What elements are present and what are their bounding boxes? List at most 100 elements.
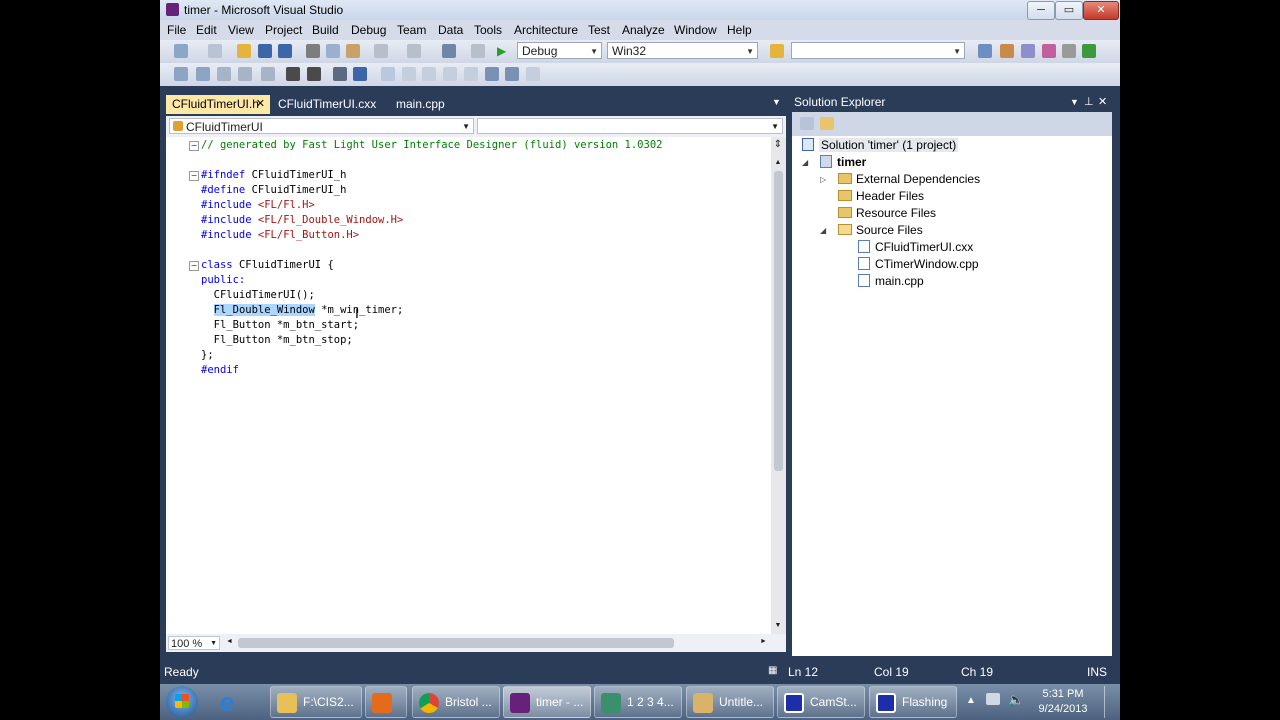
start-debugging-icon[interactable]: ▶ (497, 44, 511, 58)
panel-dropdown-icon[interactable]: ▼ (1070, 93, 1079, 112)
add-item-icon[interactable] (208, 44, 222, 58)
paste-icon[interactable] (346, 44, 360, 58)
close-button[interactable]: ✕ (1083, 1, 1119, 20)
tab-cfluidtimerui-cxx[interactable]: CFluidTimerUI.cxx (272, 95, 382, 114)
uncomment-selection-icon[interactable] (353, 67, 367, 81)
expanded-arrow-icon[interactable]: ◢ (802, 158, 808, 167)
display-object-member-list-icon[interactable] (174, 67, 188, 81)
solution-configuration-select[interactable]: Debug ▼ (517, 42, 602, 59)
quick-info-icon[interactable] (217, 67, 231, 81)
project-node[interactable]: timer (820, 154, 866, 170)
menu-tools[interactable]: Tools (474, 23, 502, 37)
task-chrome[interactable]: Bristol ... (412, 686, 500, 718)
indent-icon[interactable] (307, 67, 321, 81)
scroll-right-icon[interactable]: ► (760, 638, 767, 645)
extension-manager-icon[interactable] (1062, 44, 1076, 58)
menu-data[interactable]: Data (438, 23, 463, 37)
properties-icon[interactable] (1000, 44, 1014, 58)
navigate-forward-icon[interactable] (471, 44, 485, 58)
folder-external-dependencies[interactable]: External Dependencies (838, 171, 980, 187)
find-in-files-icon[interactable] (770, 44, 784, 58)
minimize-button[interactable]: ─ (1027, 1, 1055, 20)
pin-icon[interactable]: ⊥ (1084, 93, 1094, 112)
scroll-up-icon[interactable]: ▲ (773, 159, 783, 167)
tab-cfluidtimerui-h[interactable]: CFluidTimerUI.h ✕ (166, 95, 270, 114)
menu-edit[interactable]: Edit (196, 23, 217, 37)
folder-header-files[interactable]: Header Files (838, 188, 924, 204)
volume-icon[interactable]: 🔈 (1008, 692, 1024, 708)
scrollbar-thumb[interactable] (774, 171, 783, 471)
save-icon[interactable] (258, 44, 272, 58)
open-file-icon[interactable] (237, 44, 251, 58)
menu-build[interactable]: Build (312, 23, 339, 37)
next-bookmark-document-icon[interactable] (505, 67, 519, 81)
menu-analyze[interactable]: Analyze (622, 23, 665, 37)
previous-bookmark-icon[interactable] (402, 67, 416, 81)
menu-view[interactable]: View (228, 23, 254, 37)
previous-bookmark-folder-icon[interactable] (443, 67, 457, 81)
properties-icon[interactable] (800, 117, 814, 130)
parameter-info-icon[interactable] (196, 67, 210, 81)
solution-node[interactable]: Solution 'timer' (1 project) (802, 137, 959, 153)
navigate-backward-icon[interactable] (442, 44, 456, 58)
menu-window[interactable]: Window (674, 23, 717, 37)
save-all-icon[interactable] (278, 44, 292, 58)
collapsed-arrow-icon[interactable]: ▷ (820, 175, 826, 184)
show-hidden-icons-icon[interactable]: ▲ (966, 695, 976, 706)
toggle-bookmark-icon[interactable] (381, 67, 395, 81)
tab-main-cpp[interactable]: main.cpp (390, 95, 460, 114)
scope-dropdown[interactable]: CFluidTimerUI ▼ (169, 118, 474, 134)
task-numbers[interactable]: 1 2 3 4... (594, 686, 682, 718)
maximize-button[interactable]: ▭ (1055, 1, 1083, 20)
network-icon[interactable] (986, 693, 1000, 705)
decrease-indent-icon[interactable] (261, 67, 275, 81)
menu-help[interactable]: Help (727, 23, 752, 37)
horizontal-scroll-thumb[interactable] (238, 638, 674, 648)
copy-icon[interactable] (326, 44, 340, 58)
outline-collapse-icon[interactable]: − (189, 171, 199, 181)
redo-icon[interactable] (407, 44, 421, 58)
solution-explorer-icon[interactable] (978, 44, 992, 58)
task-camstudio[interactable]: CamSt... (777, 686, 865, 718)
start-button[interactable] (166, 686, 198, 718)
tab-dropdown-icon[interactable]: ▼ (772, 97, 781, 107)
next-bookmark-folder-icon[interactable] (464, 67, 478, 81)
outdent-icon[interactable] (286, 67, 300, 81)
system-clock[interactable]: 5:31 PM 9/24/2013 (1030, 687, 1096, 717)
tab-close-icon[interactable]: ✕ (256, 95, 265, 114)
undo-icon[interactable] (374, 44, 388, 58)
new-project-icon[interactable] (174, 44, 188, 58)
menu-project[interactable]: Project (265, 23, 302, 37)
task-paint[interactable]: Untitle... (686, 686, 774, 718)
task-explorer[interactable]: F:\CIS2... (270, 686, 362, 718)
menu-architecture[interactable]: Architecture (514, 23, 578, 37)
task-flashing[interactable]: Flashing (869, 686, 957, 718)
menu-team[interactable]: Team (397, 23, 426, 37)
clear-bookmarks-icon[interactable] (526, 67, 540, 81)
menu-debug[interactable]: Debug (351, 23, 386, 37)
task-media-player[interactable] (365, 686, 407, 718)
folder-resource-files[interactable]: Resource Files (838, 205, 936, 221)
show-desktop-button[interactable] (1104, 686, 1119, 718)
menu-file[interactable]: File (167, 23, 186, 37)
outline-collapse-icon[interactable]: − (189, 141, 199, 151)
internet-explorer-icon[interactable]: e (220, 688, 256, 716)
find-combo[interactable]: ▼ (791, 42, 965, 59)
panel-close-icon[interactable]: ✕ (1098, 93, 1107, 112)
file-cfluidtimerui-cxx[interactable]: CFluidTimerUI.cxx (858, 239, 973, 255)
show-all-files-icon[interactable] (820, 117, 834, 130)
cut-icon[interactable] (306, 44, 320, 58)
object-browser-icon[interactable] (1021, 44, 1035, 58)
next-bookmark-icon[interactable] (422, 67, 436, 81)
zoom-select[interactable]: 100 % ▼ (168, 636, 220, 650)
outline-collapse-icon[interactable]: − (189, 261, 199, 271)
scroll-down-icon[interactable]: ▼ (773, 622, 783, 630)
task-visual-studio[interactable]: timer - ... (503, 686, 591, 718)
vertical-scrollbar[interactable]: ⇕ ▲ ▼ (771, 137, 786, 634)
solution-platform-select[interactable]: Win32 ▼ (607, 42, 758, 59)
toolbox-icon[interactable] (1042, 44, 1056, 58)
file-main-cpp[interactable]: main.cpp (858, 273, 924, 289)
previous-bookmark-document-icon[interactable] (485, 67, 499, 81)
word-completion-icon[interactable] (238, 67, 252, 81)
file-ctimerwindow-cpp[interactable]: CTimerWindow.cpp (858, 256, 979, 272)
